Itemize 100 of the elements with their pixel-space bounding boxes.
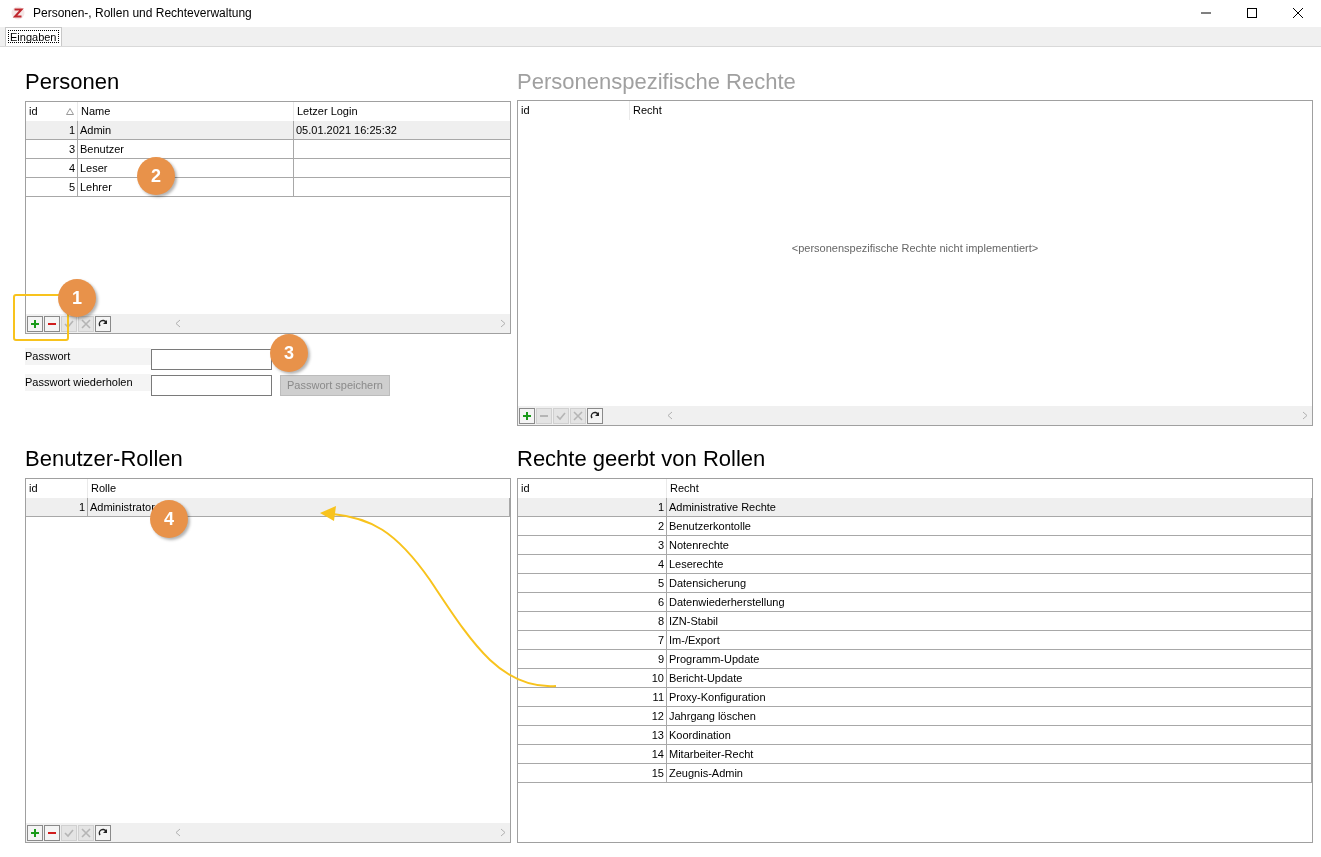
table-row[interactable]: 11 Proxy-Konfiguration bbox=[518, 688, 1312, 707]
id-cell: 12 bbox=[518, 707, 667, 725]
name-cell: Datensicherung bbox=[667, 574, 1312, 592]
column-header[interactable]: id bbox=[521, 480, 530, 497]
id-cell: 13 bbox=[518, 726, 667, 744]
column-header[interactable]: Letzer Login bbox=[297, 103, 358, 120]
chevron-left-icon[interactable] bbox=[175, 828, 181, 837]
name-cell: IZN-Stabil bbox=[667, 612, 1312, 630]
plus-icon bbox=[30, 827, 40, 838]
sort-triangle-icon bbox=[66, 108, 74, 115]
chevron-left-icon[interactable] bbox=[175, 319, 181, 328]
login-cell-text: 05.01.2021 16:25:32 bbox=[295, 123, 398, 138]
check-icon bbox=[64, 318, 74, 329]
name-cell: Benutzerkontolle bbox=[667, 517, 1312, 535]
table-row[interactable]: 15 Zeugnis-Admin bbox=[518, 764, 1312, 783]
id-cell: 5 bbox=[518, 574, 667, 592]
redo-icon bbox=[98, 318, 108, 329]
chevron-left-icon[interactable] bbox=[667, 411, 673, 420]
name-cell: Im-/Export bbox=[667, 631, 1312, 649]
id-cell: 11 bbox=[518, 688, 667, 706]
column-header[interactable]: Rolle bbox=[91, 480, 117, 497]
refresh-button[interactable] bbox=[95, 824, 111, 841]
column-header[interactable]: Recht bbox=[633, 102, 662, 119]
x-icon bbox=[573, 410, 583, 421]
name-cell: Koordination bbox=[667, 726, 1312, 744]
close-icon bbox=[1293, 7, 1303, 18]
table-row[interactable]: 5 Datensicherung bbox=[518, 574, 1312, 593]
id-cell: 4 bbox=[26, 159, 78, 177]
table-row[interactable]: 1 Admin 05.01.2021 16:25:32 bbox=[26, 121, 510, 140]
name-cell: Notenrechte bbox=[667, 536, 1312, 554]
id-cell: 7 bbox=[518, 631, 667, 649]
id-cell: 10 bbox=[518, 669, 667, 687]
id-cell: 4 bbox=[518, 555, 667, 573]
table-row[interactable]: 8 IZN-Stabil bbox=[518, 612, 1312, 631]
name-cell: Jahrgang löschen bbox=[667, 707, 1312, 725]
table-row[interactable]: 9 Programm-Update bbox=[518, 650, 1312, 669]
table-row[interactable]: 3 Benutzer bbox=[26, 140, 510, 159]
field-label: Passwort wiederholen bbox=[25, 374, 151, 391]
id-cell: 3 bbox=[26, 140, 78, 158]
id-cell: 1 bbox=[518, 498, 667, 516]
check-icon bbox=[64, 827, 74, 838]
tab[interactable]: Eingaben bbox=[5, 27, 62, 46]
window-title: Personen-, Rollen und Rechteverwaltung bbox=[33, 4, 252, 22]
password-field[interactable] bbox=[151, 374, 272, 396]
id-cell: 1 bbox=[26, 121, 78, 139]
x-icon bbox=[81, 318, 91, 329]
section-heading: Personenspezifische Rechte bbox=[517, 69, 797, 95]
table-row[interactable]: 13 Koordination bbox=[518, 726, 1312, 745]
add-button[interactable] bbox=[519, 407, 535, 424]
section-heading: Rechte geerbt von Rollen bbox=[517, 446, 767, 472]
name-cell: Programm-Update bbox=[667, 650, 1312, 668]
remove-button[interactable] bbox=[44, 315, 60, 332]
refresh-button[interactable] bbox=[95, 315, 111, 332]
id-cell: 2 bbox=[518, 517, 667, 535]
column-header[interactable]: id bbox=[29, 103, 38, 120]
table-row[interactable]: 3 Notenrechte bbox=[518, 536, 1312, 555]
id-cell: 5 bbox=[26, 178, 78, 196]
add-button[interactable] bbox=[27, 315, 43, 332]
step-badge: 1 bbox=[58, 279, 96, 317]
table-row[interactable]: 10 Bericht-Update bbox=[518, 669, 1312, 688]
field-label: Passwort bbox=[25, 348, 151, 365]
name-cell: Datenwiederherstellung bbox=[667, 593, 1312, 611]
id-cell: 8 bbox=[518, 612, 667, 630]
app-logo-icon bbox=[11, 5, 25, 20]
empty-message: <personenspezifische Rechte nicht implementiert> bbox=[791, 240, 1039, 256]
column-header[interactable]: Name bbox=[81, 103, 111, 120]
table-row[interactable]: 1 Administrative Rechte bbox=[518, 498, 1312, 517]
id-cell: 3 bbox=[518, 536, 667, 554]
name-cell: Admin bbox=[78, 121, 294, 139]
column-header[interactable]: id bbox=[521, 102, 530, 119]
table-row[interactable]: 14 Mitarbeiter-Recht bbox=[518, 745, 1312, 764]
column-header[interactable]: id bbox=[29, 480, 38, 497]
chevron-right-icon[interactable] bbox=[500, 319, 506, 328]
add-button[interactable] bbox=[27, 824, 43, 841]
name-cell: Leserechte bbox=[667, 555, 1312, 573]
column-header[interactable]: Recht bbox=[670, 480, 699, 497]
name-cell: Mitarbeiter-Recht bbox=[667, 745, 1312, 763]
name-cell: Zeugnis-Admin bbox=[667, 764, 1312, 782]
id-cell: 1 bbox=[26, 498, 88, 516]
name-cell: Administrative Rechte bbox=[667, 498, 1312, 516]
redo-icon bbox=[590, 410, 600, 421]
id-cell: 14 bbox=[518, 745, 667, 763]
table-row[interactable]: 12 Jahrgang löschen bbox=[518, 707, 1312, 726]
password-field[interactable] bbox=[151, 348, 272, 370]
id-cell: 9 bbox=[518, 650, 667, 668]
redo-icon bbox=[98, 827, 108, 838]
table-row[interactable]: 2 Benutzerkontolle bbox=[518, 517, 1312, 536]
table-row[interactable]: 6 Datenwiederherstellung bbox=[518, 593, 1312, 612]
plus-icon bbox=[522, 410, 532, 421]
x-icon bbox=[81, 827, 91, 838]
section-heading: Benutzer-Rollen bbox=[25, 446, 184, 472]
table-row[interactable]: 7 Im-/Export bbox=[518, 631, 1312, 650]
remove-button[interactable] bbox=[44, 824, 60, 841]
name-cell: Proxy-Konfiguration bbox=[667, 688, 1312, 706]
refresh-button[interactable] bbox=[587, 407, 603, 424]
id-cell: 6 bbox=[518, 593, 667, 611]
id-cell: 15 bbox=[518, 764, 667, 782]
chevron-right-icon[interactable] bbox=[1302, 411, 1308, 420]
chevron-right-icon[interactable] bbox=[500, 828, 506, 837]
table-row[interactable]: 4 Leserechte bbox=[518, 555, 1312, 574]
